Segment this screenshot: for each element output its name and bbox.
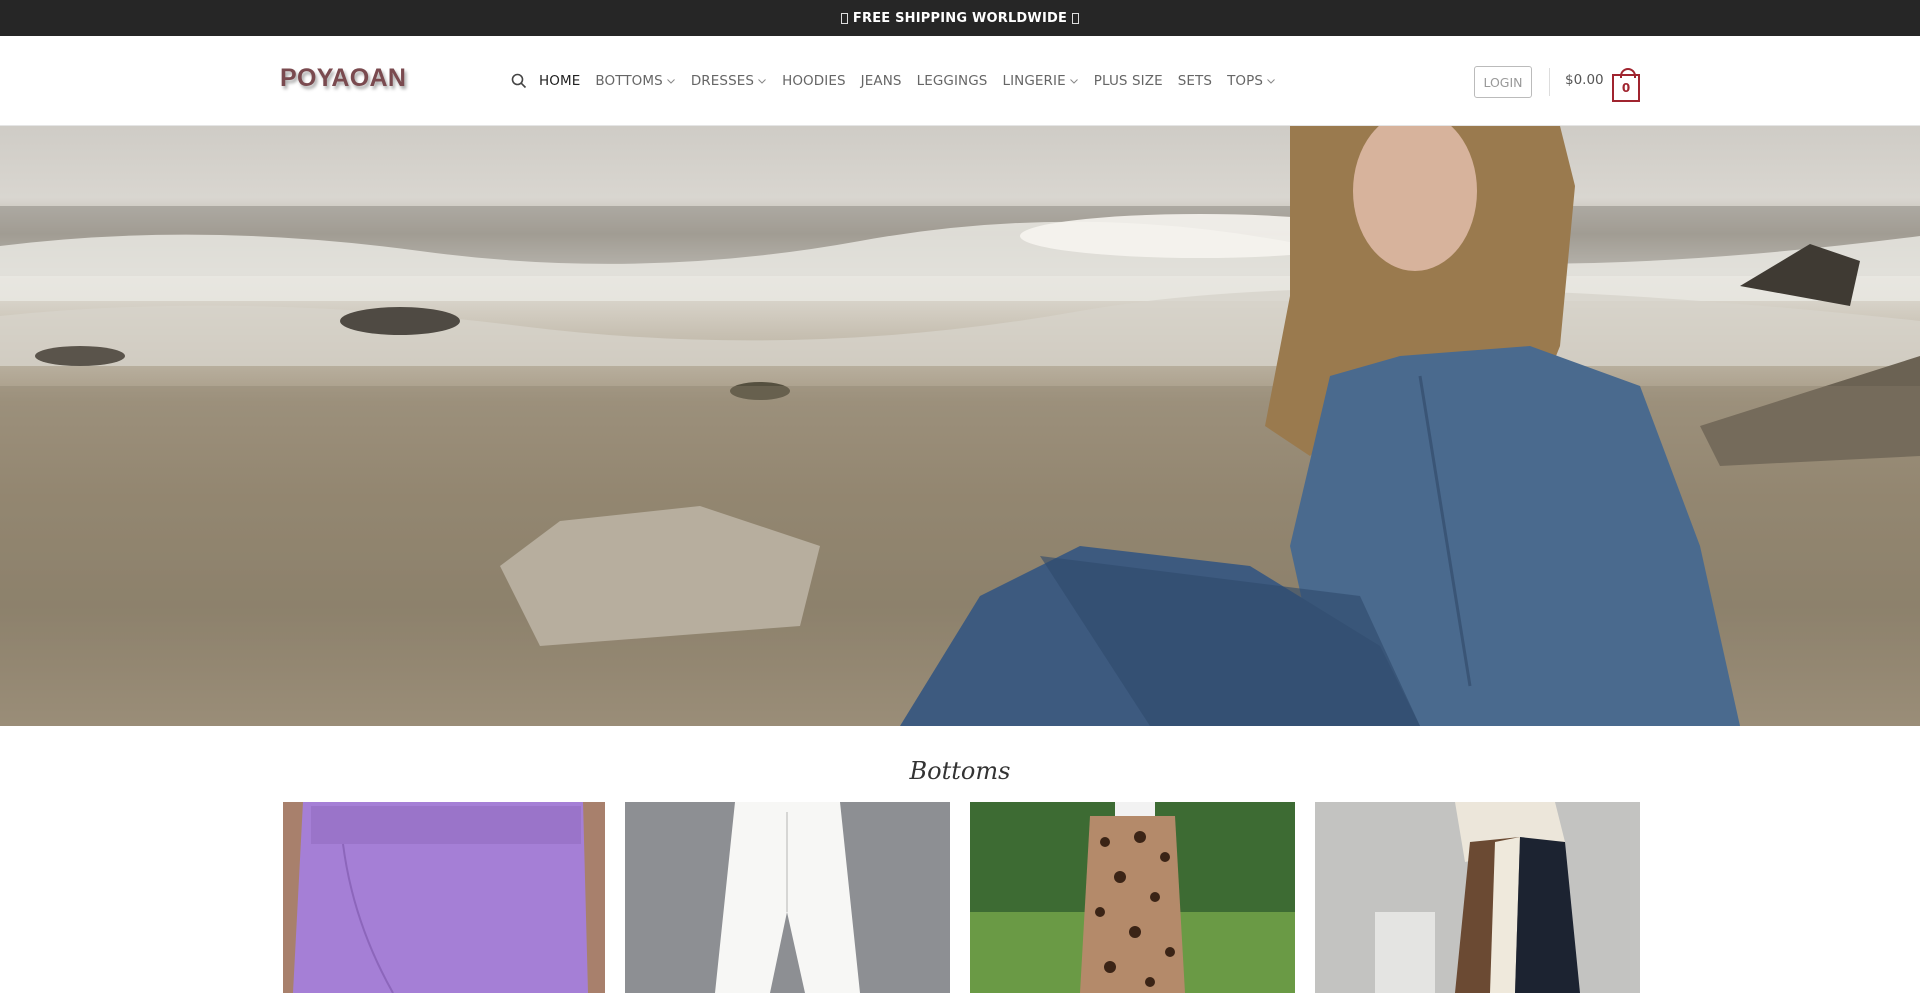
- nav-item-sets[interactable]: SETS: [1178, 73, 1212, 89]
- nav-item-label: PLUS SIZE: [1093, 73, 1163, 89]
- hero-banner[interactable]: [0, 126, 1920, 726]
- product-card[interactable]: [283, 802, 605, 993]
- nav-item-label: LINGERIE: [1002, 73, 1066, 89]
- hero-image: [0, 126, 1920, 726]
- nav-item-dresses[interactable]: DRESSES: [691, 73, 767, 89]
- cart-count: 0: [1621, 81, 1631, 95]
- product-image: [625, 802, 950, 993]
- nav-item-bottoms[interactable]: BOTTOMS: [595, 73, 675, 89]
- announcement-glyph-left-icon: [840, 12, 848, 24]
- site-logo[interactable]: POYAOAN: [280, 64, 406, 93]
- cart-icon[interactable]: 0: [1612, 68, 1640, 102]
- announcement-glyph-right-icon: [1072, 12, 1080, 24]
- header-divider: [1549, 68, 1550, 96]
- nav-item-label: DRESSES: [690, 73, 755, 89]
- nav-item-label: JEANS: [860, 73, 902, 89]
- login-button[interactable]: LOGIN: [1474, 66, 1532, 98]
- nav-item-hoodies[interactable]: HOODIES: [782, 73, 846, 89]
- nav-item-label: BOTTOMS: [595, 73, 663, 89]
- product-card[interactable]: [970, 802, 1295, 993]
- nav-item-jeans[interactable]: JEANS: [861, 73, 902, 89]
- nav-item-label: LEGGINGS: [916, 73, 988, 89]
- cart-total[interactable]: $0.00: [1565, 72, 1604, 88]
- nav-item-tops[interactable]: TOPS: [1227, 73, 1276, 89]
- nav-item-lingerie[interactable]: LINGERIE: [1002, 73, 1078, 89]
- product-image: [283, 802, 605, 993]
- search-icon[interactable]: [509, 71, 529, 91]
- product-image: [970, 802, 1295, 993]
- nav-item-label: HOODIES: [782, 73, 846, 89]
- nav-item-label: HOME: [539, 73, 581, 89]
- announcement-bar: FREE SHIPPING WORLDWIDE: [0, 0, 1920, 36]
- nav-item-home[interactable]: HOME: [539, 73, 580, 89]
- site-header: POYAOAN HOME BOTTOMS DRESSES HOODIES JEA…: [0, 36, 1920, 126]
- main-nav: HOME BOTTOMS DRESSES HOODIES JEANS LEGGI…: [509, 36, 1291, 126]
- chevron-down-icon: [758, 79, 766, 84]
- product-card[interactable]: [625, 802, 950, 993]
- product-card[interactable]: [1315, 802, 1640, 993]
- announcement-text: FREE SHIPPING WORLDWIDE: [852, 10, 1068, 26]
- section-title: Bottoms: [909, 757, 1011, 785]
- chevron-down-icon: [666, 79, 675, 84]
- nav-item-label: TOPS: [1227, 73, 1264, 89]
- product-image: [1315, 802, 1640, 993]
- chevron-down-icon: [1267, 79, 1275, 84]
- nav-item-leggings[interactable]: LEGGINGS: [917, 73, 988, 89]
- chevron-down-icon: [1069, 79, 1078, 84]
- nav-item-label: SETS: [1177, 73, 1213, 89]
- nav-item-plus-size[interactable]: PLUS SIZE: [1094, 73, 1163, 89]
